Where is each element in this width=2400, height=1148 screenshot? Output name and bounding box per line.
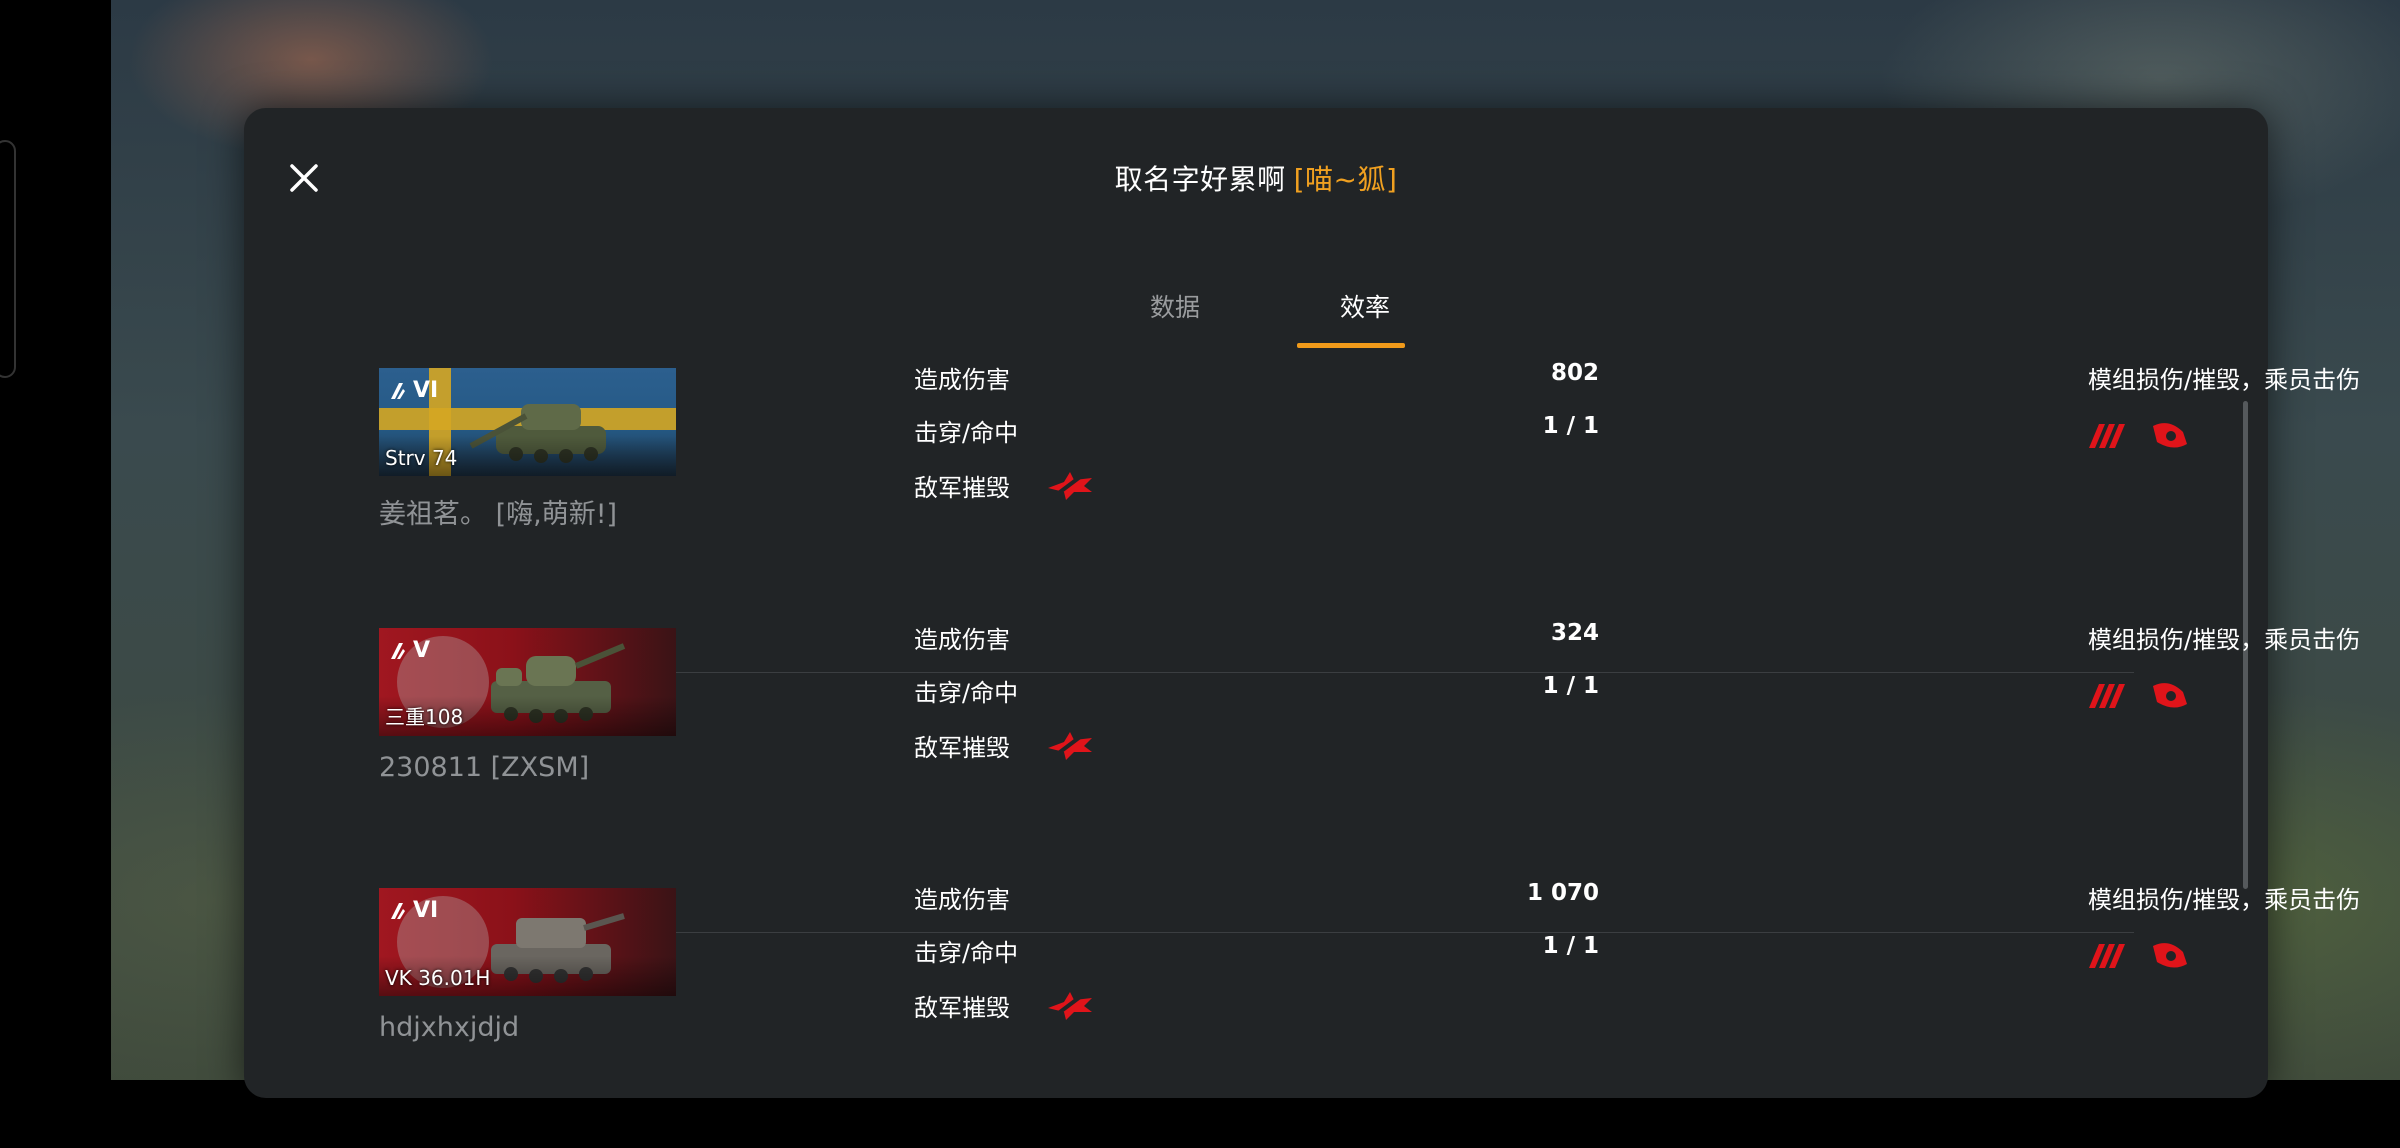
tank-destroyed-icon <box>1048 472 1092 500</box>
module-damage-icon <box>2153 943 2187 968</box>
active-tab-indicator <box>1297 343 1405 348</box>
module-label: 模组损伤/摧毁，乘员击伤 <box>2088 886 2361 914</box>
tank-name: VK 36.01H <box>385 966 491 990</box>
crew-hit-icon <box>2089 424 2125 448</box>
pen-hit-value: 1 / 1 <box>1542 673 1599 699</box>
module-label: 模组损伤/摧毁，乘员击伤 <box>2088 366 2361 394</box>
kill-label: 敌军摧毁 <box>914 474 1010 502</box>
side-handle[interactable] <box>0 140 16 378</box>
kill-label: 敌军摧毁 <box>914 994 1010 1022</box>
tank-banner: VI VK 36.01H <box>379 888 676 996</box>
tier-badge: V <box>389 638 430 663</box>
pen-hit-label: 击穿/命中 <box>914 939 1019 967</box>
tank-banner: VI Strv 74 <box>379 368 676 476</box>
module-damage-icon <box>2153 683 2187 708</box>
tank-class-icon <box>391 902 405 919</box>
crew-hit-icon <box>2089 684 2125 708</box>
list-item: VI Strv 74 姜祖茗。 [嗨,萌新!] 造成伤害 802 击穿/命中 1… <box>379 360 2360 628</box>
pen-hit-value: 1 / 1 <box>1542 413 1599 439</box>
tank-destroyed-icon <box>1048 992 1092 1020</box>
pen-hit-label: 击穿/命中 <box>914 679 1019 707</box>
damage-value: 1 070 <box>1526 880 1599 906</box>
pen-hit-value: 1 / 1 <box>1542 933 1599 959</box>
damage-label: 造成伤害 <box>914 626 1010 654</box>
module-damage-icon <box>2153 423 2187 448</box>
damage-label: 造成伤害 <box>914 886 1010 914</box>
damage-value: 324 <box>1550 620 1599 646</box>
player-name: 取名字好累啊 <box>1114 163 1286 196</box>
tank-name: Strv 74 <box>385 446 458 470</box>
tier-badge: VI <box>389 378 438 403</box>
tab-efficiency[interactable]: 效率 <box>1310 288 1420 344</box>
player-name[interactable]: hdjxhxjdjd <box>379 1012 519 1043</box>
tank-destroyed-icon <box>1048 732 1092 760</box>
player-name[interactable]: 姜祖茗。 [嗨,萌新!] <box>379 492 617 531</box>
damage-label: 造成伤害 <box>914 366 1010 394</box>
tank-class-icon <box>391 642 405 659</box>
crew-hit-icon <box>2089 944 2125 968</box>
pen-hit-label: 击穿/命中 <box>914 419 1019 447</box>
tier-badge: VI <box>389 898 438 923</box>
damage-value: 802 <box>1550 360 1599 386</box>
left-strip <box>0 0 111 1080</box>
tank-name: 三重108 <box>385 705 464 729</box>
tank-banner: V 三重108 <box>379 628 676 736</box>
module-label: 模组损伤/摧毁，乘员击伤 <box>2088 626 2361 654</box>
list-item: VI VK 36.01H hdjxhxjdjd 造成伤害 1 070 击穿/命中… <box>379 880 2360 1148</box>
list-item: V 三重108 230811 [ZXSM] 造成伤害 324 击穿/命中 1 /… <box>379 620 2360 888</box>
battle-results-modal: 取名字好累啊 [喵~狐] 数据 效率 VI Strv 74 姜祖茗。 [嗨,萌新… <box>244 108 2360 1098</box>
player-name[interactable]: 230811 [ZXSM] <box>379 752 589 783</box>
modal-title: 取名字好累啊 [喵~狐] <box>244 158 2268 198</box>
clan-tag: [喵~狐] <box>1293 163 1398 196</box>
tank-class-icon <box>391 382 405 399</box>
kill-label: 敌军摧毁 <box>914 734 1010 762</box>
tab-data[interactable]: 数据 <box>1120 288 1230 344</box>
